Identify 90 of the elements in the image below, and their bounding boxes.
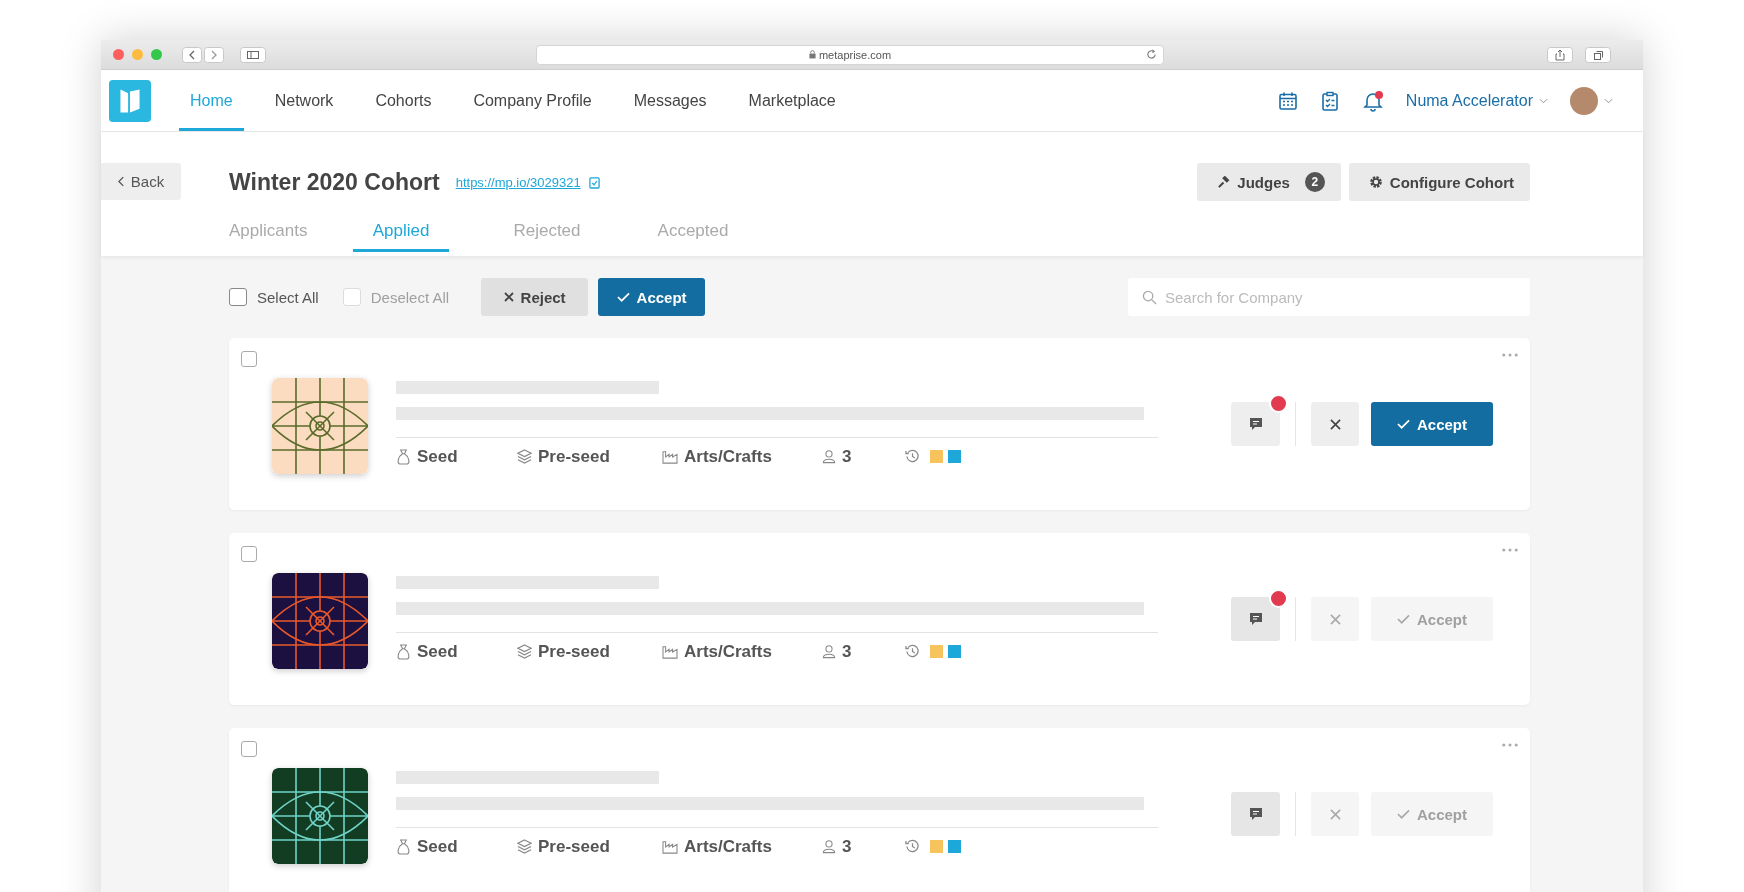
chevron-down-icon — [1539, 97, 1548, 104]
tag-label: Arts/Crafts — [684, 446, 772, 467]
reject-all-button[interactable]: Reject — [481, 278, 589, 316]
clipboard-icon[interactable] — [1319, 90, 1340, 111]
chevron-left-icon — [117, 176, 125, 187]
reject-button[interactable] — [1311, 402, 1359, 446]
person-icon — [822, 644, 836, 659]
factory-icon — [662, 644, 678, 659]
judges-button[interactable]: Judges 2 — [1197, 163, 1341, 201]
factory-icon — [662, 449, 678, 464]
select-all-label: Select All — [257, 288, 319, 306]
checkmark-icon — [1397, 614, 1410, 624]
history-icon — [905, 839, 920, 854]
calendar-icon[interactable] — [1277, 90, 1298, 111]
configure-cohort-button[interactable]: Configure Cohort — [1348, 163, 1530, 201]
close-icon — [503, 292, 514, 302]
select-all-checkbox[interactable] — [229, 288, 247, 306]
tag-label: 3 — [842, 446, 852, 467]
close-icon — [1329, 418, 1341, 430]
chat-icon — [1247, 806, 1264, 822]
cohort-link[interactable]: https://mp.io/3029321 — [455, 174, 581, 190]
tag-label: Pre-seed — [538, 446, 610, 467]
message-button[interactable] — [1231, 402, 1280, 446]
money-bag-icon — [396, 448, 411, 465]
nav-tab[interactable]: Marketplace — [737, 70, 847, 131]
share-icon[interactable] — [1547, 46, 1573, 63]
close-icon — [1329, 613, 1341, 625]
search-field[interactable]: Search for Company — [1128, 278, 1530, 316]
lock-icon — [808, 50, 816, 59]
tag-label: Pre-seed — [538, 836, 610, 857]
tag-label: Seed — [417, 446, 458, 467]
message-button[interactable] — [1231, 792, 1280, 836]
tag-label: Seed — [417, 836, 458, 857]
back-icon[interactable] — [182, 46, 202, 63]
card-checkbox[interactable] — [241, 546, 257, 562]
maximize-window-icon[interactable] — [151, 49, 162, 60]
tag-label: Arts/Crafts — [684, 641, 772, 662]
checkmark-icon — [1397, 809, 1410, 819]
deselect-all-label: Deselect All — [370, 288, 450, 306]
chat-icon — [1247, 611, 1264, 627]
checkmark-icon — [616, 292, 630, 302]
sidebar-icon[interactable] — [240, 46, 266, 63]
tag-label: Seed — [417, 641, 458, 662]
more-options-icon[interactable] — [1502, 548, 1518, 552]
layers-icon — [517, 644, 532, 659]
chevron-down-icon[interactable] — [1604, 97, 1613, 104]
back-button[interactable]: Back — [101, 163, 181, 200]
money-bag-icon — [396, 838, 411, 855]
tag-label: Arts/Crafts — [684, 836, 772, 857]
more-options-icon[interactable] — [1502, 743, 1518, 747]
app-logo[interactable] — [109, 79, 151, 122]
close-window-icon[interactable] — [113, 49, 124, 60]
tag-label: 3 — [842, 641, 852, 662]
bell-icon[interactable] — [1361, 89, 1384, 112]
tag-label: 3 — [842, 836, 852, 857]
cohort-title: Winter 2020 Cohort — [229, 168, 440, 196]
layers-icon — [517, 449, 532, 464]
forward-icon[interactable] — [204, 46, 224, 63]
close-icon — [1329, 808, 1341, 820]
tag-label: Pre-seed — [538, 641, 610, 662]
person-icon — [822, 839, 836, 854]
reject-button[interactable] — [1311, 597, 1359, 641]
nav-tab[interactable]: Cohorts — [364, 70, 443, 131]
factory-icon — [662, 839, 678, 854]
history-icon — [905, 449, 920, 464]
message-button[interactable] — [1231, 597, 1280, 641]
chat-icon — [1247, 416, 1264, 432]
checkmark-icon — [1397, 419, 1410, 429]
reject-button[interactable] — [1311, 792, 1359, 836]
layers-icon — [517, 839, 532, 854]
copy-icon[interactable] — [588, 175, 600, 189]
accept-button[interactable]: Accept — [1371, 402, 1493, 446]
gavel-icon — [1217, 175, 1231, 189]
person-icon — [822, 449, 836, 464]
account-menu[interactable]: Numa Accelerator — [1405, 91, 1548, 110]
tabs-icon[interactable] — [1585, 46, 1611, 63]
gear-icon — [1368, 175, 1383, 189]
reload-icon[interactable] — [1146, 49, 1157, 60]
avatar[interactable] — [1570, 86, 1598, 115]
nav-tab[interactable]: Network — [263, 70, 345, 131]
history-icon — [905, 644, 920, 659]
nav-tab[interactable]: Company Profile — [462, 70, 603, 131]
url-text: metaprise.com — [818, 48, 892, 61]
nav-tab[interactable]: Messages — [622, 70, 718, 131]
minimize-window-icon[interactable] — [132, 49, 143, 60]
card-checkbox[interactable] — [241, 351, 257, 367]
card-checkbox[interactable] — [241, 741, 257, 757]
accept-all-button[interactable]: Accept — [598, 278, 706, 316]
more-options-icon[interactable] — [1502, 353, 1518, 357]
money-bag-icon — [396, 643, 411, 660]
